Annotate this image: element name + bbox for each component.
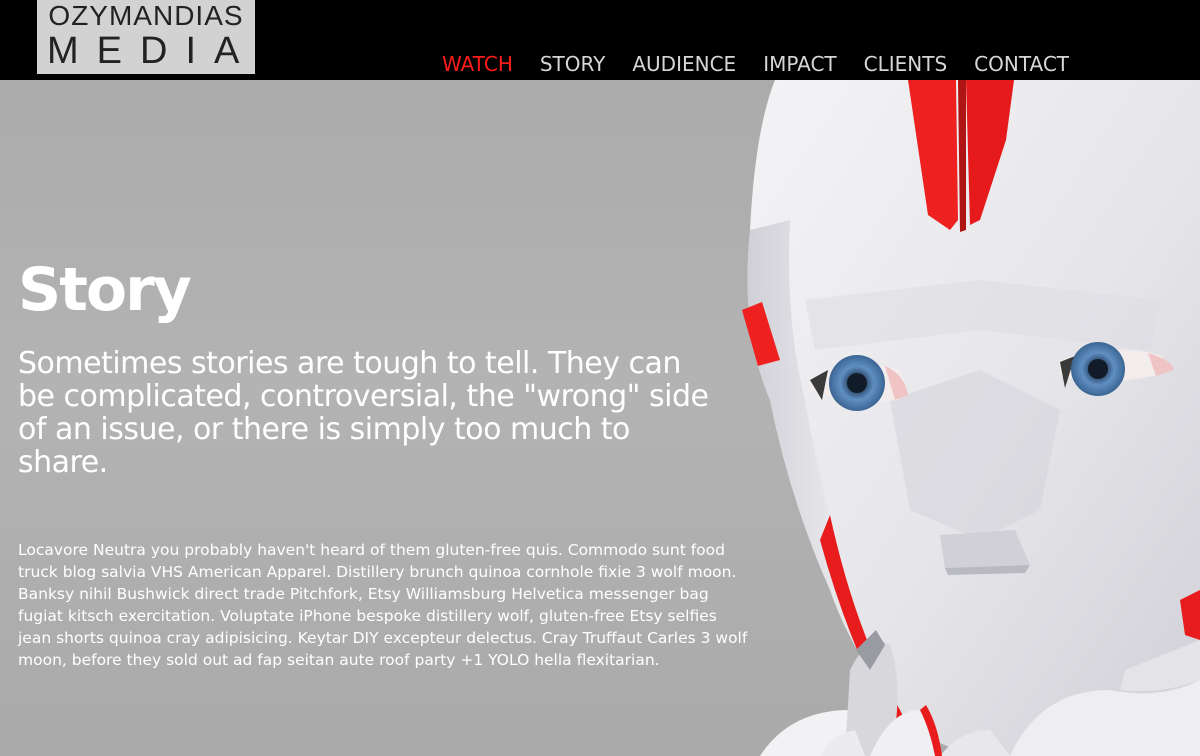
story-body: Locavore Neutra you probably haven't hea… — [18, 541, 748, 669]
nav-item-contact[interactable]: CONTACT — [974, 52, 1069, 76]
page: OZYMANDIAS MEDIA WATCH STORY AUDIENCE IM… — [0, 0, 1200, 756]
logo-line-2: MEDIA — [47, 30, 258, 72]
logo-line-1: OZYMANDIAS — [48, 0, 244, 31]
nav-item-watch[interactable]: WATCH — [442, 52, 513, 76]
logo[interactable]: OZYMANDIAS MEDIA — [37, 0, 255, 74]
nav-item-story[interactable]: STORY — [540, 52, 606, 76]
robot-figure-image — [742, 70, 1200, 756]
header-bar: OZYMANDIAS MEDIA WATCH STORY AUDIENCE IM… — [0, 0, 1200, 80]
main-nav: WATCH STORY AUDIENCE IMPACT CLIENTS CONT… — [442, 52, 1096, 76]
story-title: Story — [18, 255, 192, 325]
story-lead: Sometimes stories are tough to tell. The… — [18, 346, 709, 480]
nav-item-clients[interactable]: CLIENTS — [864, 52, 948, 76]
nav-item-impact[interactable]: IMPACT — [763, 52, 836, 76]
nav-item-audience[interactable]: AUDIENCE — [632, 52, 736, 76]
story-section: Story Sometimes stories are tough to tel… — [18, 255, 748, 671]
